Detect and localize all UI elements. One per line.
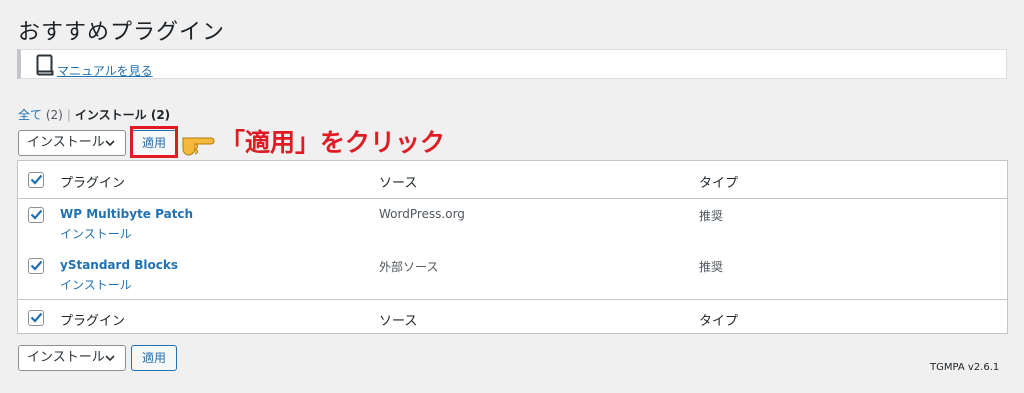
- view-install-current[interactable]: インストール (2): [75, 108, 170, 122]
- pointing-hand-icon: [181, 129, 217, 161]
- plugin-type: 推奨: [699, 260, 724, 274]
- page-title: おすすめプラグイン: [18, 20, 226, 45]
- view-all-count: (2): [45, 108, 63, 122]
- plugins-table: プラグイン ソース タイプ WP Multibyte Patch インストール …: [17, 160, 1008, 334]
- install-action-link[interactable]: インストール: [60, 276, 132, 293]
- checkmark-icon: [30, 174, 43, 185]
- view-filters: 全て (2) | インストール (2): [18, 106, 170, 123]
- book-icon: [36, 54, 54, 80]
- view-all-link[interactable]: 全て (2): [18, 108, 63, 122]
- bulk-action-select-top-value: インストール: [27, 135, 105, 150]
- apply-button-bottom[interactable]: 適用: [131, 345, 177, 371]
- view-install-count: (2): [150, 108, 171, 122]
- checkmark-icon: [30, 260, 43, 271]
- table-header-row: プラグイン ソース タイプ: [18, 161, 1007, 199]
- checkmark-icon: [30, 209, 43, 220]
- tgmpa-version: TGMPA v2.6.1: [930, 362, 1000, 373]
- bulk-action-select-top[interactable]: インストール: [18, 130, 126, 156]
- table-row: yStandard Blocks インストール 外部ソース 推奨: [18, 249, 1007, 299]
- column-footer-source[interactable]: ソース: [379, 310, 417, 329]
- apply-highlight-box: [130, 126, 178, 158]
- column-header-plugin[interactable]: プラグイン: [60, 172, 125, 191]
- chevron-down-icon: [103, 350, 117, 374]
- table-footer-row: プラグイン ソース タイプ: [18, 299, 1007, 334]
- plugin-name-link[interactable]: yStandard Blocks: [60, 258, 178, 272]
- select-all-checkbox-bottom[interactable]: [28, 310, 44, 326]
- checkmark-icon: [30, 312, 43, 323]
- column-header-source[interactable]: ソース: [379, 172, 417, 191]
- row-checkbox[interactable]: [28, 207, 44, 223]
- manual-notice: マニュアルを見る: [17, 49, 1007, 79]
- chevron-down-icon: [103, 135, 117, 159]
- select-all-checkbox-top[interactable]: [28, 172, 44, 188]
- view-install-label: インストール: [74, 108, 147, 122]
- column-footer-plugin[interactable]: プラグイン: [60, 310, 125, 329]
- instruction-annotation: 「適用」をクリック: [220, 128, 446, 157]
- install-action-link[interactable]: インストール: [60, 225, 132, 242]
- manual-link[interactable]: マニュアルを見る: [57, 62, 153, 79]
- bulk-action-select-bottom[interactable]: インストール: [18, 345, 126, 371]
- column-header-type[interactable]: タイプ: [699, 172, 738, 191]
- plugin-name-link[interactable]: WP Multibyte Patch: [60, 207, 193, 221]
- plugin-source: 外部ソース: [379, 260, 439, 274]
- bulk-action-select-bottom-value: インストール: [27, 350, 105, 365]
- table-row: WP Multibyte Patch インストール WordPress.org …: [18, 198, 1007, 249]
- view-separator: |: [66, 108, 71, 122]
- column-footer-type[interactable]: タイプ: [699, 310, 738, 329]
- plugin-source: WordPress.org: [379, 207, 465, 221]
- plugin-type: 推奨: [699, 209, 724, 223]
- row-checkbox[interactable]: [28, 258, 44, 274]
- view-all-label: 全て: [18, 108, 43, 122]
